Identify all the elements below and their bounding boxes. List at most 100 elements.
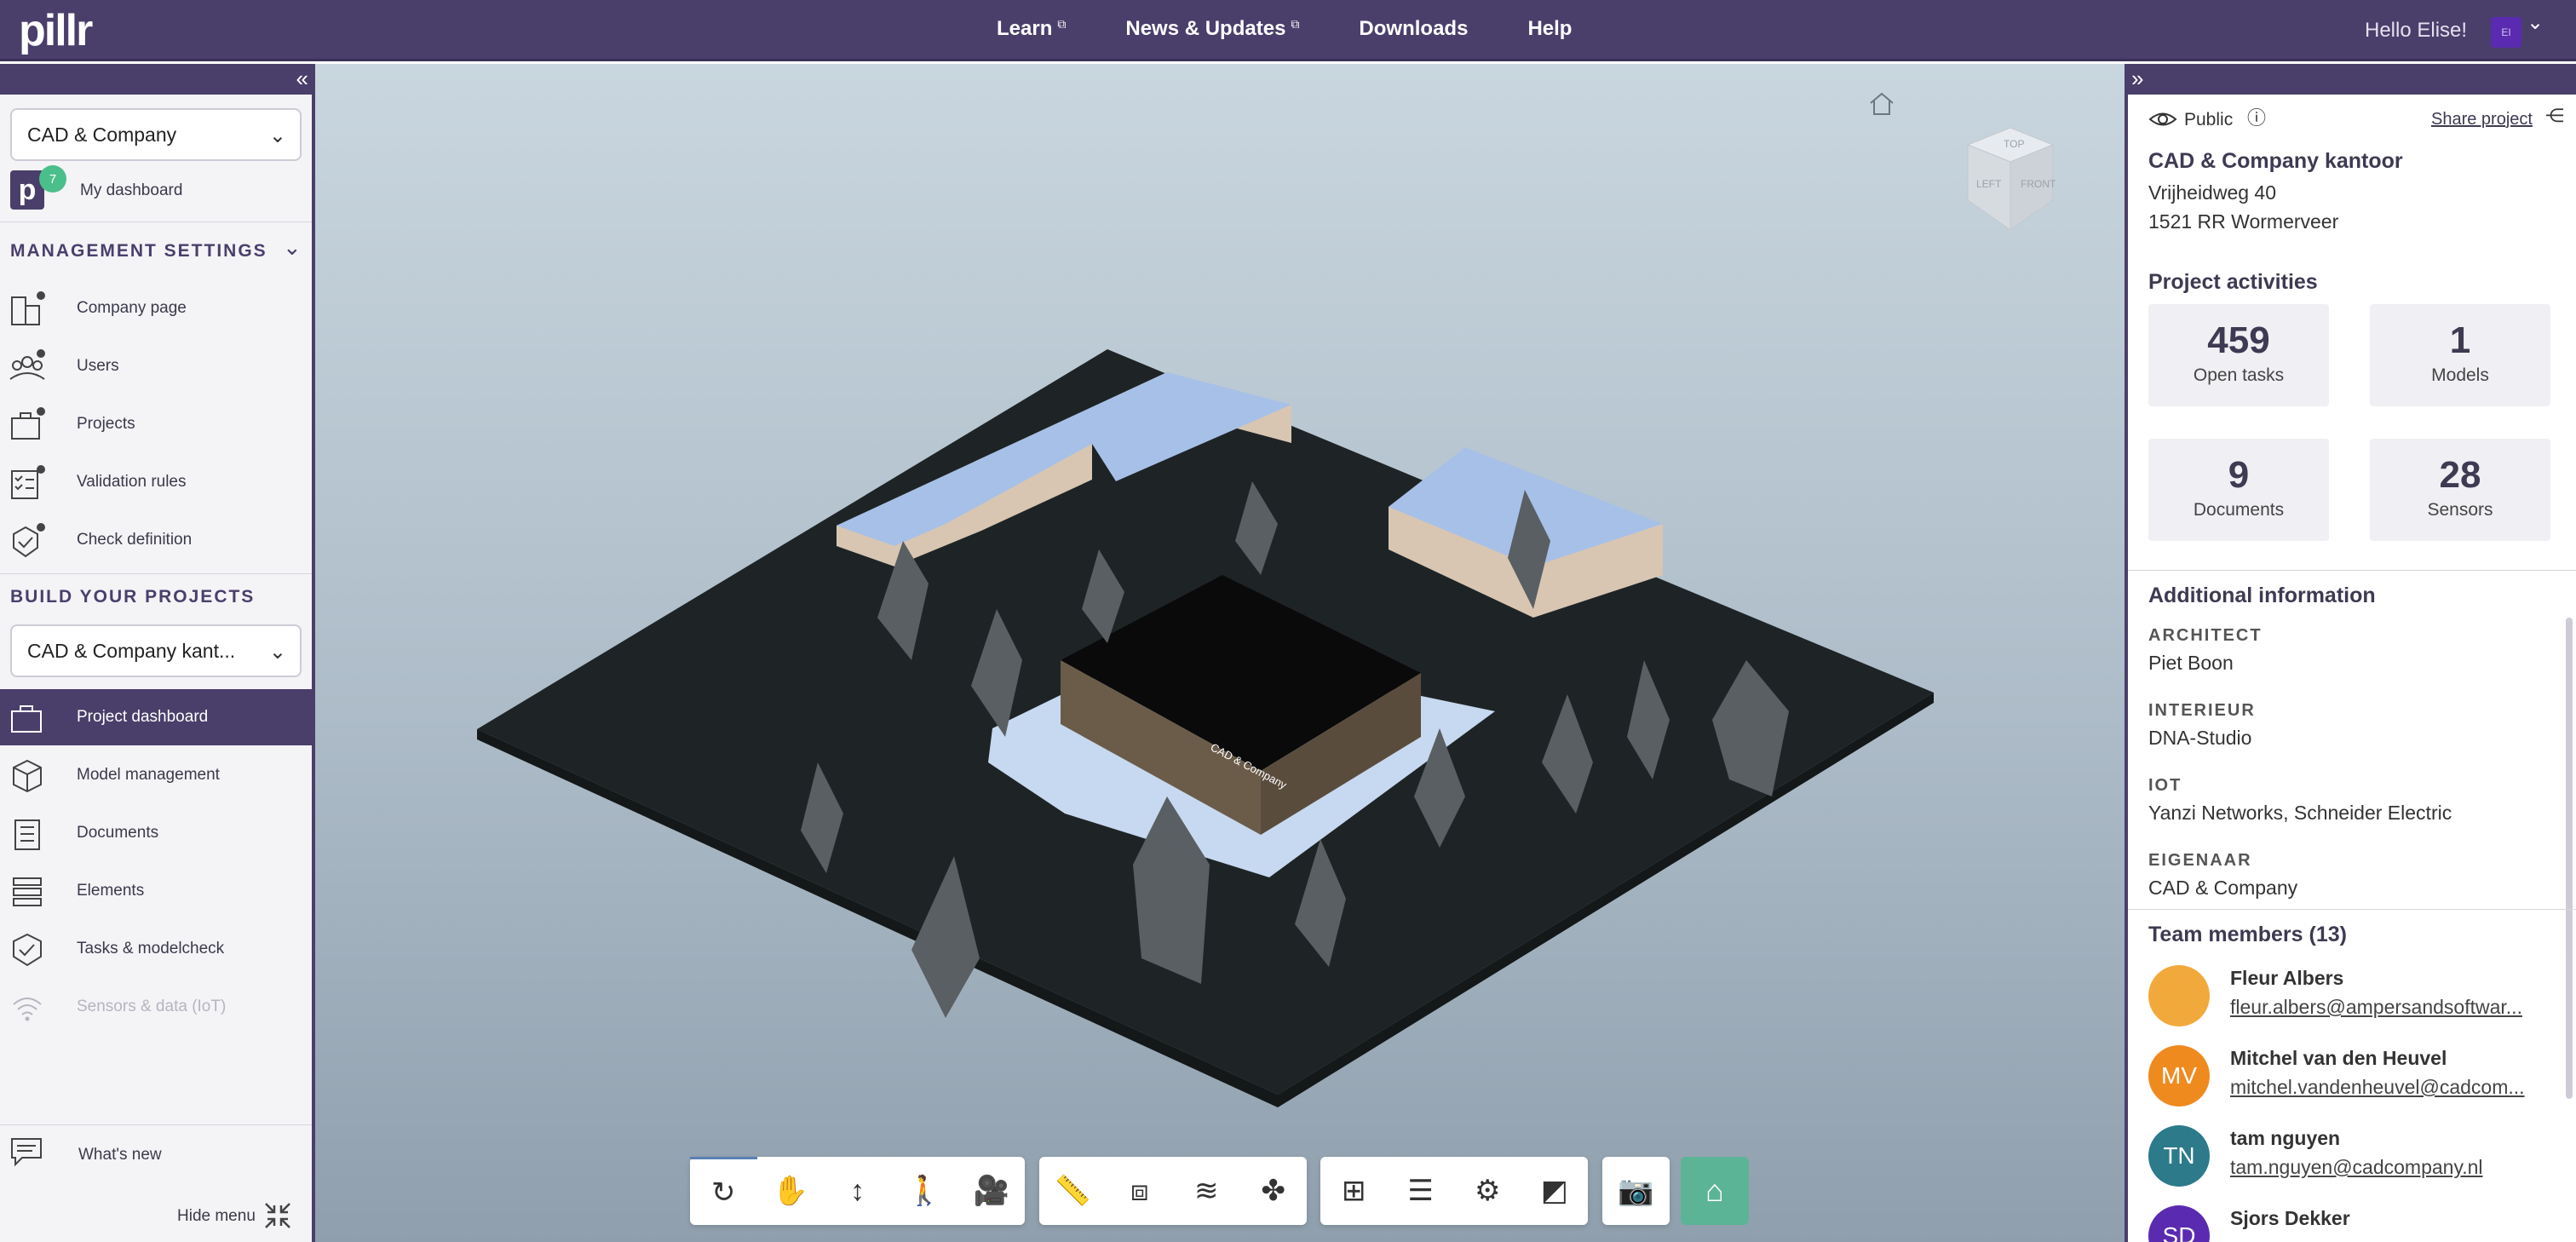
section-button[interactable]: ⧈ bbox=[1107, 1157, 1174, 1225]
member-email[interactable]: mitchel.vandenheuvel@cadcom... bbox=[2230, 1076, 2525, 1099]
vertical-arrows-icon: ↕ bbox=[849, 1174, 865, 1207]
member-name: Fleur Albers bbox=[2230, 967, 2344, 989]
sidebar-item-project-dashboard[interactable]: Project dashboard bbox=[0, 689, 312, 745]
share-project-link[interactable]: Share project bbox=[2431, 110, 2533, 129]
collapse-left-icon[interactable]: « bbox=[296, 66, 308, 92]
sidebar-item-tasks-modelcheck[interactable]: Tasks & modelcheck bbox=[0, 921, 312, 977]
build-projects-title: BUILD YOUR PROJECTS bbox=[10, 587, 256, 607]
chevron-down-icon[interactable]: ⌄ bbox=[2527, 10, 2544, 35]
stat-models[interactable]: 1 Models bbox=[2370, 304, 2550, 406]
tree-icon: ⊞ bbox=[1342, 1175, 1366, 1207]
check-shield-icon bbox=[13, 523, 45, 558]
panel-collapse-bar: » bbox=[2128, 64, 2576, 95]
sidebar-item-label: Tasks & modelcheck bbox=[77, 940, 225, 957]
project-postcode: 1521 RR Wormerveer bbox=[2148, 210, 2339, 233]
properties-button[interactable]: ☰ bbox=[1388, 1157, 1455, 1225]
section-cube-icon: ⧈ bbox=[1130, 1174, 1149, 1207]
avatar: MV bbox=[2148, 1045, 2210, 1107]
stat-documents[interactable]: 9 Documents bbox=[2148, 439, 2329, 541]
screenshot-button[interactable]: 📷 bbox=[1602, 1157, 1670, 1225]
3d-viewport[interactable]: CAD & Company TOP LEFT FRONT ↻ ✋ ↕ 🚶 🎥 📏… bbox=[315, 64, 2125, 1242]
company-select[interactable]: CAD & Company ⌄ bbox=[10, 108, 302, 161]
camera-icon: 📷 bbox=[1618, 1175, 1654, 1207]
divider bbox=[0, 573, 312, 574]
sidebar-item-check-definition[interactable]: Check definition bbox=[0, 512, 312, 568]
sidebar-item-projects[interactable]: Projects bbox=[0, 396, 312, 452]
nav-help[interactable]: Help bbox=[1527, 17, 1572, 41]
project-select[interactable]: CAD & Company kant... ⌄ bbox=[10, 624, 302, 677]
documents-icon bbox=[14, 819, 40, 850]
management-settings-title: MANAGEMENT SETTINGS bbox=[10, 241, 267, 261]
3d-model-scene[interactable]: CAD & Company bbox=[315, 64, 2125, 1242]
walk-button[interactable]: 🚶 bbox=[891, 1157, 958, 1225]
info-icon[interactable]: ⓘ bbox=[2247, 103, 2266, 130]
sidebar-item-label: Documents bbox=[77, 824, 159, 842]
hide-menu-button[interactable]: Hide menu bbox=[177, 1207, 256, 1226]
member-name: tam nguyen bbox=[2230, 1127, 2341, 1149]
additional-info-title: Additional information bbox=[2148, 584, 2376, 607]
expand-right-icon[interactable]: » bbox=[2131, 66, 2143, 92]
member-name: Mitchel van den Heuvel bbox=[2230, 1047, 2447, 1069]
sidebar-item-label: Elements bbox=[77, 882, 145, 900]
model-tools-toolbar: 📏 ⧈ ≋ ✤ bbox=[1039, 1157, 1307, 1225]
house-icon: ⌂ bbox=[1705, 1173, 1724, 1208]
zoom-button[interactable]: ↕ bbox=[824, 1157, 891, 1225]
avatar bbox=[2148, 965, 2210, 1026]
sensor-home-button[interactable]: ⌂ bbox=[1681, 1157, 1749, 1225]
model-tree-button[interactable]: ⊞ bbox=[1320, 1157, 1388, 1225]
sidebar-item-documents[interactable]: Documents bbox=[0, 805, 312, 861]
sidebar-item-users[interactable]: Users bbox=[0, 338, 312, 394]
visibility-label: Public bbox=[2184, 110, 2234, 129]
interieur-label: INTERIEUR bbox=[2148, 701, 2256, 720]
my-dashboard-link[interactable]: My dashboard bbox=[80, 181, 182, 200]
hand-icon: ✋ bbox=[772, 1175, 809, 1207]
sidebar-item-company-page[interactable]: Company page bbox=[0, 280, 312, 336]
pillr-logo[interactable]: pillr bbox=[19, 5, 93, 56]
member-name: Sjors Dekker bbox=[2230, 1207, 2350, 1229]
explode-button[interactable]: ✤ bbox=[1240, 1157, 1308, 1225]
sidebar-item-validation-rules[interactable]: Validation rules bbox=[0, 454, 312, 510]
external-link-icon: ⧉ bbox=[1057, 17, 1067, 31]
stat-sensors[interactable]: 28 Sensors bbox=[2370, 439, 2550, 541]
user-avatar[interactable]: EI bbox=[2491, 17, 2521, 48]
chevron-down-icon[interactable]: ⌄ bbox=[283, 234, 302, 261]
member-email[interactable]: tam.nguyen@cadcompany.nl bbox=[2230, 1156, 2483, 1179]
measure-button[interactable]: 📏 bbox=[1039, 1157, 1107, 1225]
chat-icon bbox=[11, 1138, 42, 1167]
nav-news-updates[interactable]: News & Updates ⧉ bbox=[1125, 17, 1299, 41]
sidebar-item-elements[interactable]: Elements bbox=[0, 863, 312, 919]
pan-button[interactable]: ✋ bbox=[757, 1157, 825, 1225]
layers-button[interactable]: ≋ bbox=[1173, 1157, 1240, 1225]
info-scrollbar[interactable] bbox=[2566, 618, 2573, 958]
settings-button[interactable]: ⚙ bbox=[1454, 1157, 1521, 1225]
check-shield-icon bbox=[13, 933, 42, 967]
left-sidebar: « CAD & Company ⌄ p 7 My dashboard MANAG… bbox=[0, 64, 315, 1242]
nav-downloads[interactable]: Downloads bbox=[1359, 17, 1468, 41]
camera-view-button[interactable]: 🎥 bbox=[957, 1157, 1025, 1225]
stat-open-tasks[interactable]: 459 Open tasks bbox=[2148, 304, 2329, 406]
sidebar-item-model-management[interactable]: Model management bbox=[0, 747, 312, 803]
architect-label: ARCHITECT bbox=[2148, 626, 2263, 645]
home-view-icon[interactable] bbox=[1867, 91, 1896, 117]
team-scrollbar[interactable] bbox=[2566, 954, 2573, 1099]
navigation-cube[interactable]: TOP LEFT FRONT bbox=[1951, 119, 2070, 239]
checklist-icon bbox=[11, 465, 45, 499]
briefcase-icon bbox=[11, 705, 42, 733]
divider bbox=[2128, 570, 2576, 571]
orbit-button[interactable]: ↻ bbox=[690, 1157, 757, 1225]
model-info-toolbar: ⊞ ☰ ⚙ ◩ bbox=[1320, 1157, 1588, 1225]
share-icon[interactable]: ⋲ bbox=[2545, 105, 2564, 127]
member-email[interactable]: fleur.albers@ampersandsoftwar... bbox=[2230, 996, 2522, 1019]
whats-new-link[interactable]: What's new bbox=[78, 1146, 162, 1164]
screenshot-toolbar: 📷 bbox=[1602, 1157, 1670, 1225]
nav-learn[interactable]: Learn ⧉ bbox=[997, 17, 1066, 41]
eye-icon bbox=[2148, 112, 2177, 126]
project-details-panel: » Public ⓘ Share project ⋲ CAD & Company… bbox=[2125, 64, 2576, 1242]
sidebar-item-label: Users bbox=[77, 357, 119, 375]
collapse-arrows-icon[interactable] bbox=[262, 1200, 293, 1231]
iot-value: Yanzi Networks, Schneider Electric bbox=[2148, 802, 2452, 824]
wifi-icon bbox=[13, 998, 42, 1021]
svg-text:FRONT: FRONT bbox=[2021, 178, 2056, 190]
notification-badge: 7 bbox=[39, 165, 66, 193]
fullscreen-button[interactable]: ◩ bbox=[1521, 1157, 1589, 1225]
